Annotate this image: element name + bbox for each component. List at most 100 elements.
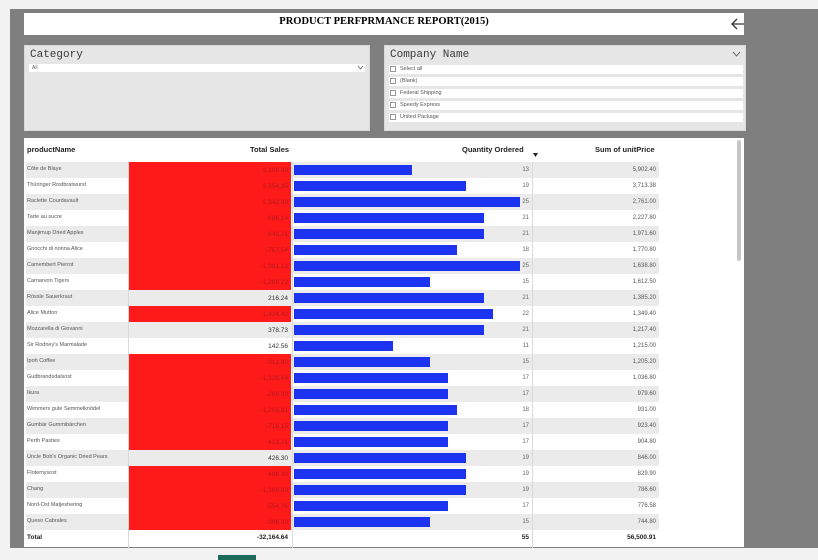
table-row[interactable]: Uncle Bob's Organic Dried Pears 426.30 19 8…	[26, 450, 659, 466]
table-row[interactable]: Thüringer Rostbratwurst 3,654.35 19 3,713.3…	[26, 178, 659, 194]
price-value: 829.90	[637, 471, 656, 477]
price-value: 1,638.80	[632, 263, 656, 269]
table-row[interactable]: Mozzarella di Giovanni 378.73 21 1,217.40	[26, 322, 659, 338]
total-row: Total -32,164.64 55 56,500.91	[26, 529, 659, 545]
table-row[interactable]: Queso Cabrales -396.00 15 744.80	[26, 514, 659, 530]
quantity-bar	[294, 261, 520, 271]
sales-value: 1,434.42	[262, 311, 288, 318]
sales-value: 426.30	[268, 455, 288, 462]
sales-value: -1,369.09	[260, 487, 288, 494]
table-row[interactable]: Côte de Blaye 2,108.00 13 5,902.40	[26, 162, 659, 178]
table-row[interactable]: Alice Mutton 1,434.42 22 1,349.40	[26, 306, 659, 322]
price-value: 1,770.80	[632, 247, 656, 253]
quantity-value: 15	[522, 359, 529, 365]
column-header-product[interactable]: productName	[27, 145, 75, 154]
column-divider	[128, 162, 129, 554]
sales-value: -1,328.64	[260, 375, 288, 382]
quantity-value: 17	[522, 439, 529, 445]
quantity-bar	[294, 437, 448, 447]
company-option-federal-shipping[interactable]: Federal Shipping	[389, 89, 743, 98]
sales-value: -498.30	[265, 471, 288, 478]
quantity-bar	[294, 245, 457, 255]
sort-descending-icon	[533, 153, 538, 157]
chevron-down-icon	[357, 65, 364, 70]
price-value: 846.00	[637, 455, 656, 461]
quantity-value: 19	[522, 455, 529, 461]
quantity-value: 21	[522, 295, 529, 301]
table-row[interactable]: Gumbär Gummibärchen -716.15 17 923.40	[26, 418, 659, 434]
product-name: Mozzarella di Giovanni	[27, 326, 83, 332]
checkbox[interactable]	[390, 102, 396, 108]
company-option-united-package[interactable]: United Package	[389, 113, 743, 122]
table-row[interactable]: Wimmers gute Semmelknödel -1,205.81 18 931.…	[26, 402, 659, 418]
quantity-value: 18	[522, 247, 529, 253]
checkbox[interactable]	[390, 90, 396, 96]
column-header-sales[interactable]: Total Sales	[250, 145, 289, 154]
column-header-price[interactable]: Sum of unitPrice	[595, 145, 655, 154]
company-option-speedy-express[interactable]: Speedy Express	[389, 101, 743, 110]
company-slicer: Company Name Select all (Blank) Federal …	[384, 45, 746, 131]
table-row[interactable]: Chang -1,369.09 19 786.60	[26, 482, 659, 498]
table-row[interactable]: Manjimup Dried Apples -848.21 21 1,971.60	[26, 226, 659, 242]
price-value: 3,713.38	[632, 183, 656, 189]
column-divider	[292, 162, 293, 554]
table-row[interactable]: Ipoh Coffee -312.80 15 1,205.20	[26, 354, 659, 370]
table-row[interactable]: Gnocchi di nonna Alice -757.54 18 1,770.80	[26, 242, 659, 258]
quantity-bar	[294, 197, 520, 207]
table-row[interactable]: Gudbrandsdalsost -1,328.64 17 1,036.80	[26, 370, 659, 386]
quantity-bar	[294, 213, 484, 223]
quantity-bar	[294, 389, 448, 399]
table-row[interactable]: Camembert Pierrot -1,981.13 25 1,638.80	[26, 258, 659, 274]
page-tab[interactable]	[218, 555, 256, 560]
price-value: 923.40	[637, 423, 656, 429]
category-dropdown[interactable]: All	[29, 64, 365, 72]
checkbox[interactable]	[390, 78, 396, 84]
column-header-quantity[interactable]: Quantity Ordered	[462, 145, 524, 154]
product-name: Gnocchi di nonna Alice	[27, 246, 83, 252]
quantity-bar	[294, 421, 448, 431]
quantity-bar	[294, 357, 430, 367]
table-row[interactable]: Rössle Sauerkraut 216.24 21 1,385.20	[26, 290, 659, 306]
price-value: 1,217.40	[632, 327, 656, 333]
product-name: Uncle Bob's Organic Dried Pears	[27, 454, 108, 460]
product-name: Perth Pasties	[27, 438, 60, 444]
company-option-select-all[interactable]: Select all	[389, 65, 743, 74]
table-row[interactable]: Flotemysost -498.30 19 829.90	[26, 466, 659, 482]
price-value: 5,902.40	[632, 167, 656, 173]
price-value: 1,205.20	[632, 359, 656, 365]
vertical-scrollbar[interactable]	[737, 140, 741, 261]
price-value: 1,349.40	[632, 311, 656, 317]
price-value: 1,971.60	[632, 231, 656, 237]
company-slicer-title: Company Name	[390, 49, 470, 61]
table-row[interactable]: Sir Rodney's Marmalade 142.56 11 1,215.00	[26, 338, 659, 354]
table-row[interactable]: Carnarvon Tigers -1,289.72 15 1,612.50	[26, 274, 659, 290]
quantity-value: 19	[522, 471, 529, 477]
quantity-value: 13	[522, 167, 529, 173]
checkbox[interactable]	[390, 114, 396, 120]
quantity-value: 15	[522, 519, 529, 525]
sales-value: -554.76	[265, 503, 288, 510]
price-value: 1,612.50	[632, 279, 656, 285]
left-margin	[0, 9, 10, 560]
product-name: Gumbär Gummibärchen	[27, 422, 86, 428]
chevron-down-icon[interactable]	[732, 51, 741, 58]
quantity-value: 18	[522, 407, 529, 413]
quantity-bar	[294, 309, 493, 319]
table-row[interactable]: Nord-Ost Matjeshering -554.76 17 776.58	[26, 498, 659, 514]
table-row[interactable]: Perth Pasties -413.21 17 904.80	[26, 434, 659, 450]
category-slicer: Category All	[24, 45, 370, 131]
table-row[interactable]: Ikura -269.00 17 979.60	[26, 386, 659, 402]
checkbox[interactable]	[390, 66, 396, 72]
quantity-bar	[294, 501, 448, 511]
back-arrow-icon[interactable]	[728, 14, 748, 34]
quantity-bar	[294, 293, 484, 303]
table-row[interactable]: Raclette Courdavault 2,942.00 25 2,761.00	[26, 194, 659, 210]
quantity-value: 21	[522, 327, 529, 333]
quantity-bar	[294, 341, 393, 351]
table-row[interactable]: Tarte au sucre -886.14 21 2,227.80	[26, 210, 659, 226]
product-name: Gudbrandsdalsost	[27, 374, 72, 380]
sales-value: -396.00	[265, 519, 288, 526]
price-value: 1,036.80	[632, 375, 656, 381]
company-option-blank[interactable]: (Blank)	[389, 77, 743, 86]
sales-value: -413.21	[265, 439, 288, 446]
